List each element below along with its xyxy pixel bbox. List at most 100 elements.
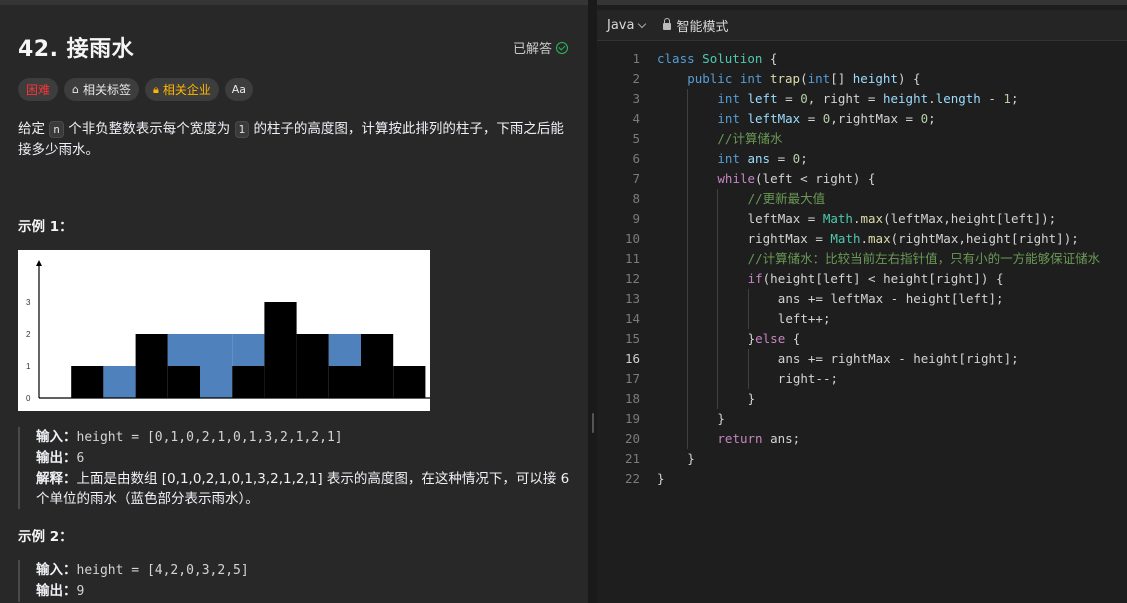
y-tick-label: 0 xyxy=(26,394,31,403)
code-token: ; xyxy=(800,151,808,166)
difficulty-tag[interactable]: 困难 xyxy=(18,78,59,101)
line-number: 10 xyxy=(624,231,640,246)
example-2-output-label: 输出： xyxy=(36,583,77,599)
elevation-map-figure: 0 1 2 3 xyxy=(18,250,430,411)
smart-mode-toggle[interactable]: 智能模式 xyxy=(663,16,728,35)
code-token: return xyxy=(717,431,763,446)
problem-panel[interactable]: 42. 接雨水 已解答 困难 ⌂ 相关标签 🔒︎ 相关企业 Aa 给定 n 个非… xyxy=(0,0,588,603)
code-token: int xyxy=(739,71,763,86)
code-token: . xyxy=(852,211,861,226)
code-token: - xyxy=(980,91,1004,106)
code-token: ) { xyxy=(897,71,921,86)
code-text: int leftMax = 0,rightMax = 0; xyxy=(717,109,935,129)
code-text: ans += leftMax - height[left]; xyxy=(778,289,1004,309)
code-token: (left < right) { xyxy=(755,171,876,186)
example-2-input-label: 输入： xyxy=(36,562,77,578)
example-1-explain-text: 上面是由数组 [0,1,0,2,1,0,1,3,2,1,2,1] 表示的高度图，… xyxy=(36,471,570,507)
water-block xyxy=(328,334,361,366)
indent-guide xyxy=(747,369,749,389)
code-editor[interactable]: 1 class Solution {2 public int trap(int[] … xyxy=(597,49,1127,489)
code-line[interactable]: 12 if(height[left] < height[right]) { xyxy=(597,269,1127,289)
language-select[interactable]: Java xyxy=(607,18,647,33)
code-line[interactable]: 21} xyxy=(597,449,1127,469)
code-line[interactable]: 2 public int trap(int[] height) { xyxy=(597,69,1127,89)
code-token: //更新最大值 xyxy=(747,191,826,206)
inline-code-1: 1 xyxy=(234,121,250,138)
code-line[interactable]: 6 int ans = 0; xyxy=(597,149,1127,169)
indent-guide xyxy=(747,289,749,309)
code-token: int xyxy=(717,111,740,126)
solved-status: 已解答 xyxy=(513,38,569,57)
code-token: ans; xyxy=(762,431,801,446)
drag-handle-icon[interactable] xyxy=(592,413,594,433)
line-number: 17 xyxy=(624,371,640,386)
example-1-explain-label: 解释： xyxy=(36,471,77,487)
code-token: } xyxy=(687,451,695,466)
code-token: (leftMax,height[left]); xyxy=(883,211,1057,226)
code-token: while xyxy=(717,171,756,186)
topics-tag[interactable]: ⌂ 相关标签 xyxy=(64,78,140,101)
code-line[interactable]: 11 //计算储水：比较当前左右指针值，只有小的一方能够保证储水 xyxy=(597,249,1127,269)
check-circle-icon xyxy=(556,41,569,54)
code-line[interactable]: 17 right--; xyxy=(597,369,1127,389)
indent-guide xyxy=(687,89,689,109)
y-tick-label: 2 xyxy=(26,330,31,339)
code-line[interactable]: 18} xyxy=(597,389,1127,409)
desc-part-2: 个非负整数表示每个宽度为 xyxy=(68,121,231,137)
code-token: rightMax = xyxy=(747,231,831,246)
code-line[interactable]: 20 return ans; xyxy=(597,429,1127,449)
code-line[interactable]: 4 int leftMax = 0,rightMax = 0; xyxy=(597,109,1127,129)
example-1-block: 输入：height = [0,1,0,2,1,0,1,3,2,1,2,1] 输出… xyxy=(18,427,574,509)
code-line[interactable]: 5 //计算储水 xyxy=(597,129,1127,149)
y-tick-label: 3 xyxy=(26,298,31,307)
code-line[interactable]: 10 rightMax = Math.max(rightMax,height[ri… xyxy=(597,229,1127,249)
code-token: ans xyxy=(747,151,771,166)
code-text: ans += rightMax - height[right]; xyxy=(778,349,1019,369)
code-token: length xyxy=(935,91,981,106)
code-text: int ans = 0; xyxy=(717,149,807,169)
code-panel: Java 智能模式 1 class Solution {2 public int t… xyxy=(597,0,1127,603)
code-text: rightMax = Math.max(rightMax,height[righ… xyxy=(748,229,1079,249)
problem-title[interactable]: 42. 接雨水 xyxy=(18,31,134,63)
font-size-button[interactable]: Aa xyxy=(224,78,253,101)
indent-guide xyxy=(687,169,689,189)
example-2-block: 输入：height = [4,2,0,3,2,5] 输出：9 xyxy=(18,560,574,602)
example-2-input-value: height = [4,2,0,3,2,5] xyxy=(76,563,249,578)
code-token: ans += rightMax - height[right]; xyxy=(777,351,1019,366)
line-number: 13 xyxy=(624,291,640,306)
code-line[interactable]: 15}else { xyxy=(597,329,1127,349)
code-token: } xyxy=(657,471,665,486)
line-number: 16 xyxy=(624,351,640,366)
code-token: } xyxy=(747,391,756,406)
code-line[interactable]: 1 class Solution { xyxy=(597,49,1127,69)
code-token: = xyxy=(800,111,823,126)
panel-resize-divider[interactable] xyxy=(588,0,597,603)
line-number: 15 xyxy=(624,331,640,346)
code-line[interactable]: 13 ans += leftMax - height[left]; xyxy=(597,289,1127,309)
line-number: 22 xyxy=(624,471,640,486)
code-token: ; xyxy=(1010,91,1019,106)
line-number: 2 xyxy=(632,71,640,86)
indent-guide xyxy=(687,129,689,149)
code-text: //计算储水：比较当前左右指针值，只有小的一方能够保证储水 xyxy=(748,249,1101,269)
code-line[interactable]: 9 leftMax = Math.max(leftMax,height[left]… xyxy=(597,209,1127,229)
code-line[interactable]: 19} xyxy=(597,409,1127,429)
companies-tag[interactable]: 🔒︎ 相关企业 xyxy=(145,78,219,101)
code-line[interactable]: 16 ans += rightMax - height[right]; xyxy=(597,349,1127,369)
code-line[interactable]: 22} xyxy=(597,469,1127,489)
code-token: int xyxy=(717,151,740,166)
code-line[interactable]: 8 //更新最大值 xyxy=(597,189,1127,209)
line-number: 3 xyxy=(632,91,640,106)
code-token: ans += leftMax - height[left]; xyxy=(777,291,1004,306)
elevation-bar xyxy=(135,334,168,398)
code-line[interactable]: 7 while(left < right) { xyxy=(597,169,1127,189)
code-line[interactable]: 14 left++; xyxy=(597,309,1127,329)
chevron-down-icon xyxy=(638,19,647,28)
code-token: int xyxy=(717,91,740,106)
code-line[interactable]: 3 int left = 0, right = height.length - 1… xyxy=(597,89,1127,109)
code-token: { xyxy=(762,51,778,66)
line-number: 18 xyxy=(624,391,640,406)
code-text: //更新最大值 xyxy=(748,189,826,209)
indent-guide xyxy=(687,349,689,369)
